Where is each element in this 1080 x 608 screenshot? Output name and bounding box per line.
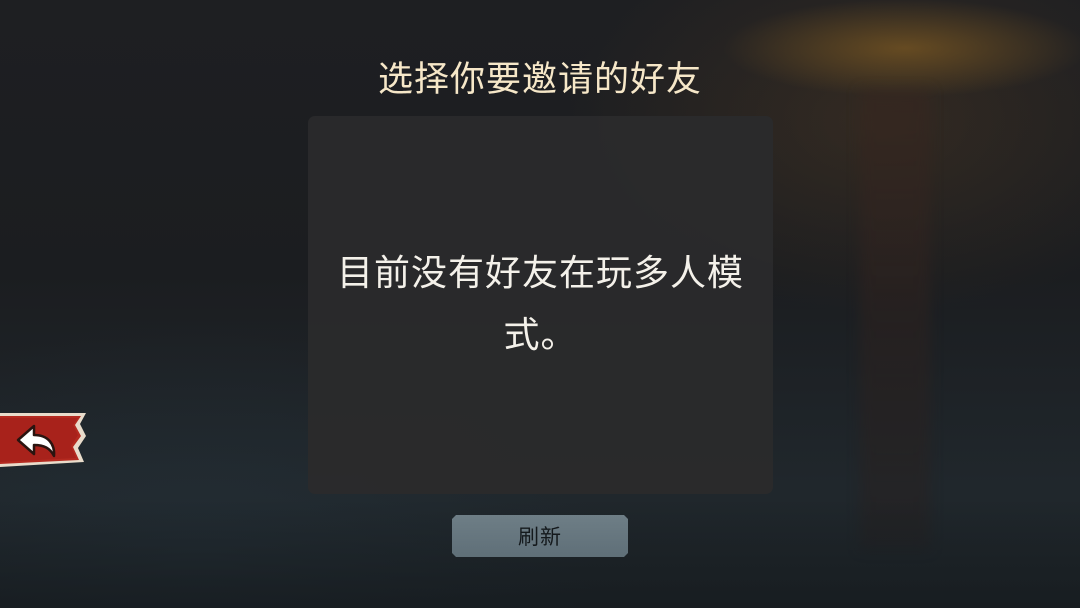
- background-tower: [860, 90, 930, 550]
- friend-list-panel: 目前没有好友在玩多人模式。: [308, 116, 773, 494]
- empty-friends-message: 目前没有好友在玩多人模式。: [336, 253, 744, 356]
- back-banner: [0, 413, 86, 467]
- game-screen: 选择你要邀请的好友 目前没有好友在玩多人模式。 刷新: [0, 0, 1080, 608]
- back-button[interactable]: [0, 410, 90, 470]
- dialog-title: 选择你要邀请的好友: [377, 60, 702, 100]
- background-hud-blur: [982, 10, 1034, 40]
- refresh-button[interactable]: 刷新: [452, 515, 628, 557]
- refresh-button-label: 刷新: [518, 525, 562, 549]
